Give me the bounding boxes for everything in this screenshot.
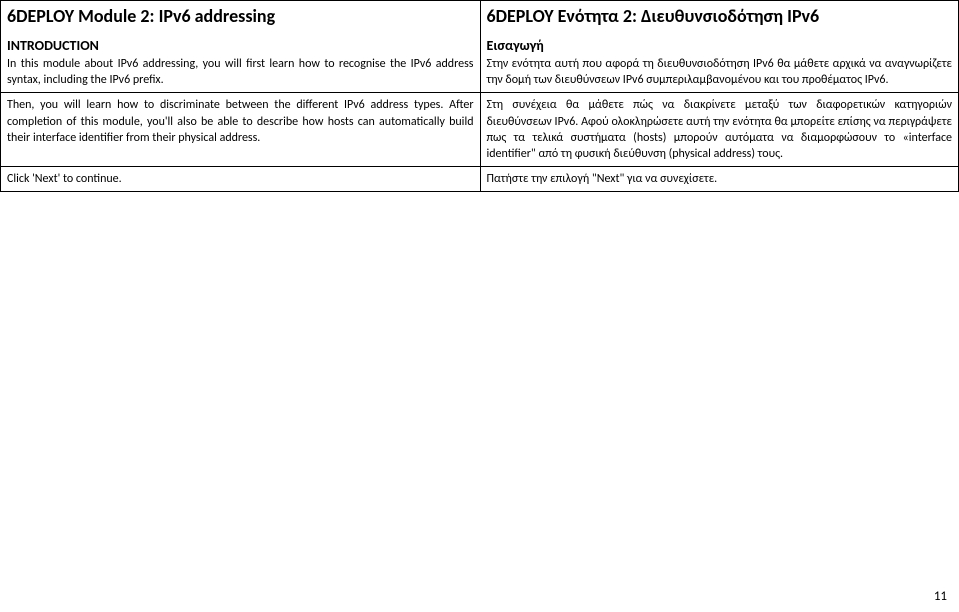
row-1: 6DEPLOY Module 2: IPv6 addressing INTROD… bbox=[0, 0, 959, 93]
cell-right-2: Στη συνέχεια θα μάθετε πώς να διακρίνετε… bbox=[480, 93, 959, 167]
page-number: 11 bbox=[934, 589, 947, 604]
subtitle-left: INTRODUCTION bbox=[7, 37, 474, 54]
title-left: 6DEPLOY Module 2: IPv6 addressing bbox=[7, 5, 474, 27]
cell-left-3: Click 'Next' to continue. bbox=[0, 167, 480, 192]
cell-right-1: 6DEPLOY Ενότητα 2: Διευθυνσιοδότηση IPv6… bbox=[480, 0, 959, 93]
row-3: Click 'Next' to continue. Πατήστε την επ… bbox=[0, 167, 959, 192]
intro-left: In this module about IPv6 addressing, yo… bbox=[7, 56, 474, 88]
cell-left-1: 6DEPLOY Module 2: IPv6 addressing INTROD… bbox=[0, 0, 480, 93]
cell-left-2: Then, you will learn how to discriminate… bbox=[0, 93, 480, 167]
cell-right-3: Πατήστε την επιλογή "Next" για να συνεχί… bbox=[480, 167, 959, 192]
click-next-left: Click 'Next' to continue. bbox=[7, 171, 474, 187]
intro-right: Στην ενότητα αυτή που αφορά τη διευθυνσι… bbox=[487, 56, 953, 88]
row-2: Then, you will learn how to discriminate… bbox=[0, 93, 959, 167]
para1-left: Then, you will learn how to discriminate… bbox=[7, 97, 474, 146]
document-table: 6DEPLOY Module 2: IPv6 addressing INTROD… bbox=[0, 0, 959, 192]
para1-right: Στη συνέχεια θα μάθετε πώς να διακρίνετε… bbox=[487, 97, 953, 162]
subtitle-right: Εισαγωγή bbox=[487, 37, 953, 54]
click-next-right: Πατήστε την επιλογή "Next" για να συνεχί… bbox=[487, 171, 953, 187]
title-right: 6DEPLOY Ενότητα 2: Διευθυνσιοδότηση IPv6 bbox=[487, 5, 953, 27]
